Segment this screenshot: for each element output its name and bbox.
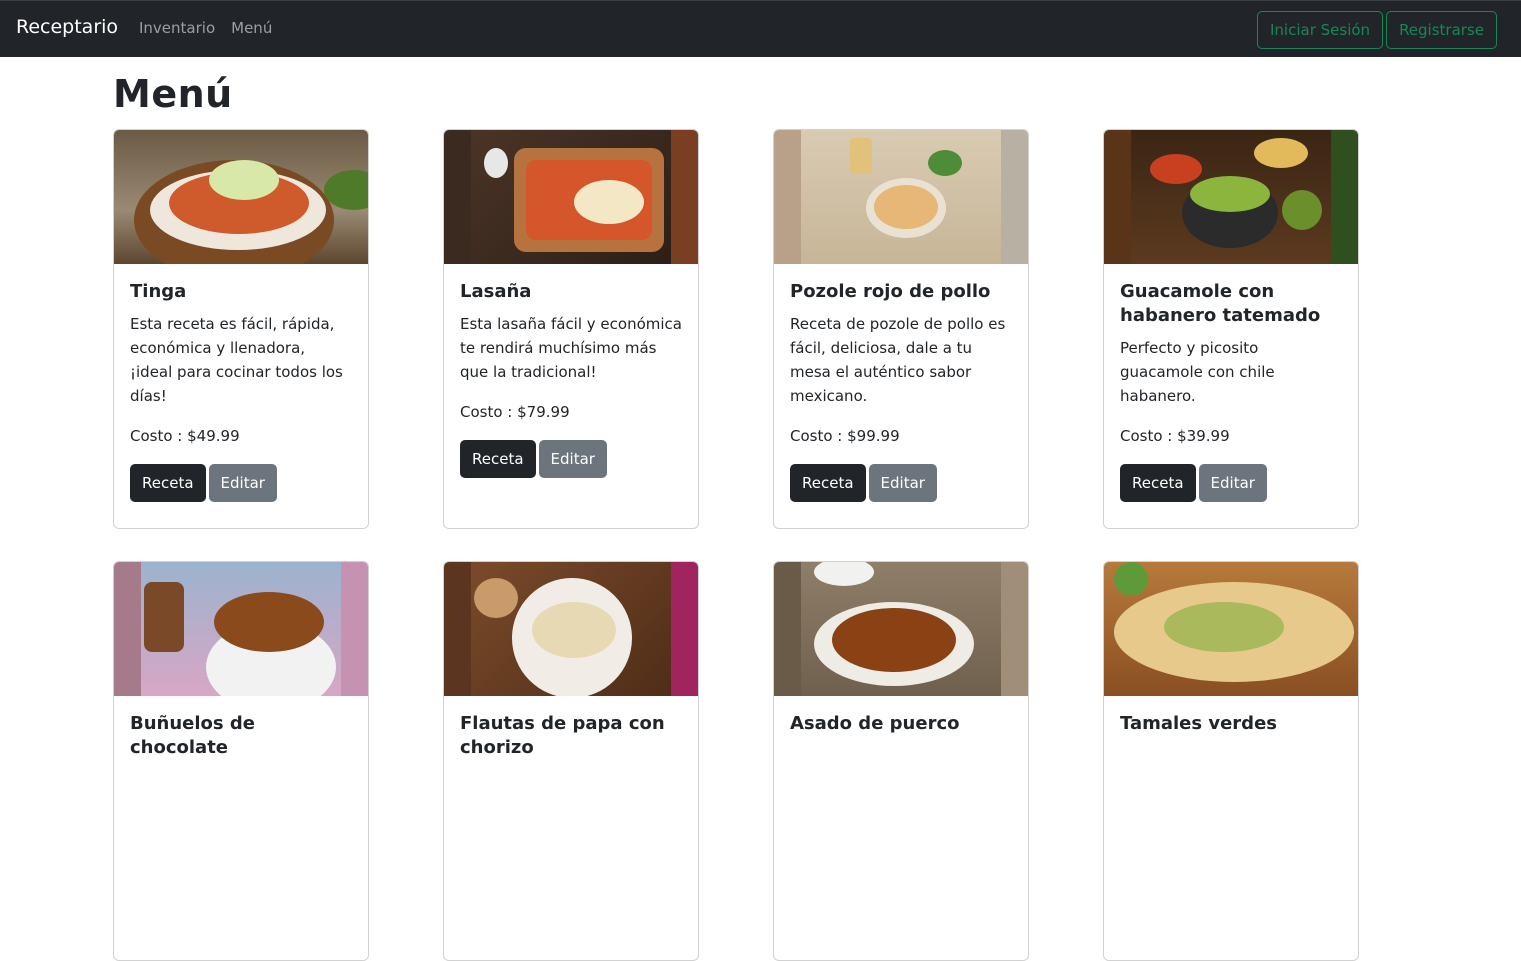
recipe-title: Asado de puerco bbox=[790, 713, 960, 734]
cost-label: Costo : bbox=[130, 427, 188, 445]
recipe-image bbox=[444, 562, 698, 696]
recipe-cost: Costo : $79.99 bbox=[460, 400, 682, 424]
cost-value: $99.99 bbox=[847, 427, 900, 445]
recipe-card: Tamales verdes bbox=[1103, 561, 1359, 961]
navbar: Receptario Inventario Menú Iniciar Sesió… bbox=[0, 0, 1521, 57]
recipe-button[interactable]: Receta bbox=[130, 464, 206, 502]
nav-actions: Iniciar Sesión Registrarse bbox=[1257, 11, 1497, 49]
edit-button[interactable]: Editar bbox=[868, 464, 937, 502]
recipe-card: Lasaña Esta lasaña fácil y económica te … bbox=[443, 129, 699, 529]
recipe-button[interactable]: Receta bbox=[790, 464, 866, 502]
cost-value: $39.99 bbox=[1177, 427, 1230, 445]
nav-links: Inventario Menú bbox=[139, 19, 272, 37]
recipe-title: Buñuelos de chocolate bbox=[130, 713, 255, 758]
recipe-title: Lasaña bbox=[460, 281, 532, 302]
recipe-title: Guacamole con habanero tatemado bbox=[1120, 281, 1321, 326]
register-button[interactable]: Registrarse bbox=[1386, 11, 1497, 49]
login-button[interactable]: Iniciar Sesión bbox=[1257, 11, 1384, 49]
cost-label: Costo : bbox=[790, 427, 848, 445]
recipe-description: Esta lasaña fácil y económica te rendirá… bbox=[460, 315, 682, 381]
cost-value: $49.99 bbox=[187, 427, 240, 445]
recipe-title: Pozole rojo de pollo bbox=[790, 281, 991, 302]
recipe-image bbox=[774, 562, 1028, 696]
cost-label: Costo : bbox=[460, 403, 518, 421]
recipe-image bbox=[444, 130, 698, 264]
recipe-cost: Costo : $49.99 bbox=[130, 424, 352, 448]
recipe-cost: Costo : $39.99 bbox=[1120, 424, 1342, 448]
cost-label: Costo : bbox=[1120, 427, 1178, 445]
recipe-cost: Costo : $99.99 bbox=[790, 424, 1012, 448]
recipe-title: Tamales verdes bbox=[1120, 713, 1277, 734]
page-title: Menú bbox=[113, 72, 233, 116]
recipe-card: Tinga Esta receta es fácil, rápida, econ… bbox=[113, 129, 369, 529]
recipe-description: Perfecto y picosito guacamole con chile … bbox=[1120, 339, 1275, 405]
nav-link-inventario[interactable]: Inventario bbox=[139, 19, 215, 37]
recipe-card: Pozole rojo de pollo Receta de pozole de… bbox=[773, 129, 1029, 529]
recipe-image bbox=[1104, 562, 1358, 696]
recipe-image bbox=[114, 130, 368, 264]
recipe-description: Receta de pozole de pollo es fácil, deli… bbox=[790, 315, 1006, 405]
recipe-button[interactable]: Receta bbox=[460, 440, 536, 478]
recipe-card: Flautas de papa con chorizo bbox=[443, 561, 699, 961]
edit-button[interactable]: Editar bbox=[1198, 464, 1267, 502]
recipe-card: Buñuelos de chocolate bbox=[113, 561, 369, 961]
recipe-image bbox=[1104, 130, 1358, 264]
edit-button[interactable]: Editar bbox=[208, 464, 277, 502]
recipe-title: Tinga bbox=[130, 281, 187, 302]
edit-button[interactable]: Editar bbox=[538, 440, 607, 478]
recipe-image bbox=[774, 130, 1028, 264]
recipe-card: Guacamole con habanero tatemado Perfecto… bbox=[1103, 129, 1359, 529]
recipe-card: Asado de puerco bbox=[773, 561, 1029, 961]
recipe-button[interactable]: Receta bbox=[1120, 464, 1196, 502]
recipe-description: Esta receta es fácil, rápida, económica … bbox=[130, 315, 343, 405]
brand-link[interactable]: Receptario bbox=[16, 16, 118, 38]
recipe-title: Flautas de papa con chorizo bbox=[460, 713, 665, 758]
cost-value: $79.99 bbox=[517, 403, 570, 421]
nav-link-menu[interactable]: Menú bbox=[231, 19, 272, 37]
recipe-image bbox=[114, 562, 368, 696]
